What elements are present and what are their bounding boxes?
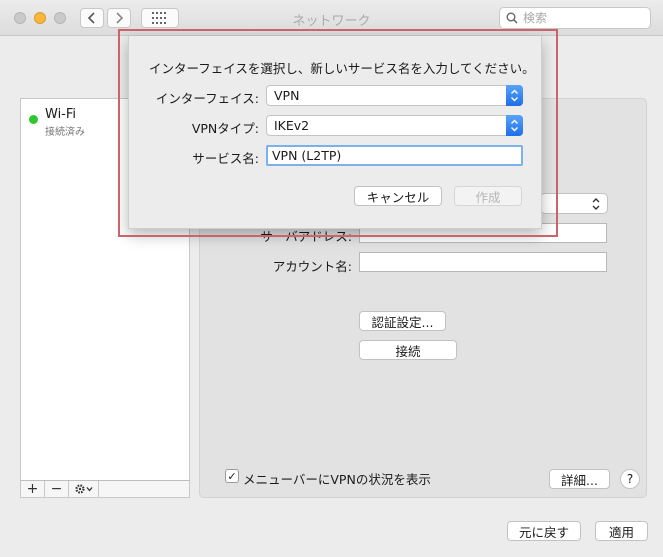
remove-service-button[interactable]: − <box>45 481 69 497</box>
advanced-button[interactable]: 詳細... <box>549 469 610 489</box>
connect-button[interactable]: 接続 <box>359 340 457 360</box>
service-status: 接続済み <box>45 127 85 138</box>
search-input[interactable] <box>523 11 643 25</box>
search-field[interactable] <box>499 7 651 29</box>
add-service-button[interactable]: + <box>21 481 45 497</box>
account-name-label: アカウント名: <box>272 259 352 274</box>
show-vpn-status-checkbox[interactable]: ✓ <box>225 469 239 483</box>
auth-settings-button[interactable]: 認証設定... <box>359 311 446 331</box>
plus-icon: + <box>26 481 39 497</box>
up-down-arrows-icon <box>592 198 600 210</box>
search-icon <box>506 12 518 24</box>
minus-icon: − <box>50 481 63 497</box>
help-button[interactable]: ? <box>620 469 640 489</box>
action-menu-button[interactable] <box>69 481 99 497</box>
checkmark-icon: ✓ <box>227 469 237 483</box>
service-name: Wi-Fi <box>45 107 77 122</box>
gear-icon <box>74 484 92 494</box>
account-name-field[interactable] <box>359 252 607 272</box>
revert-button[interactable]: 元に戻す <box>507 521 581 541</box>
service-list-toolbar: + − <box>20 480 190 498</box>
status-dot <box>29 115 38 124</box>
highlight-box <box>118 29 558 237</box>
apply-button[interactable]: 適用 <box>595 521 648 541</box>
show-vpn-status-label: メニューバーにVPNの状況を表示 <box>243 472 431 487</box>
